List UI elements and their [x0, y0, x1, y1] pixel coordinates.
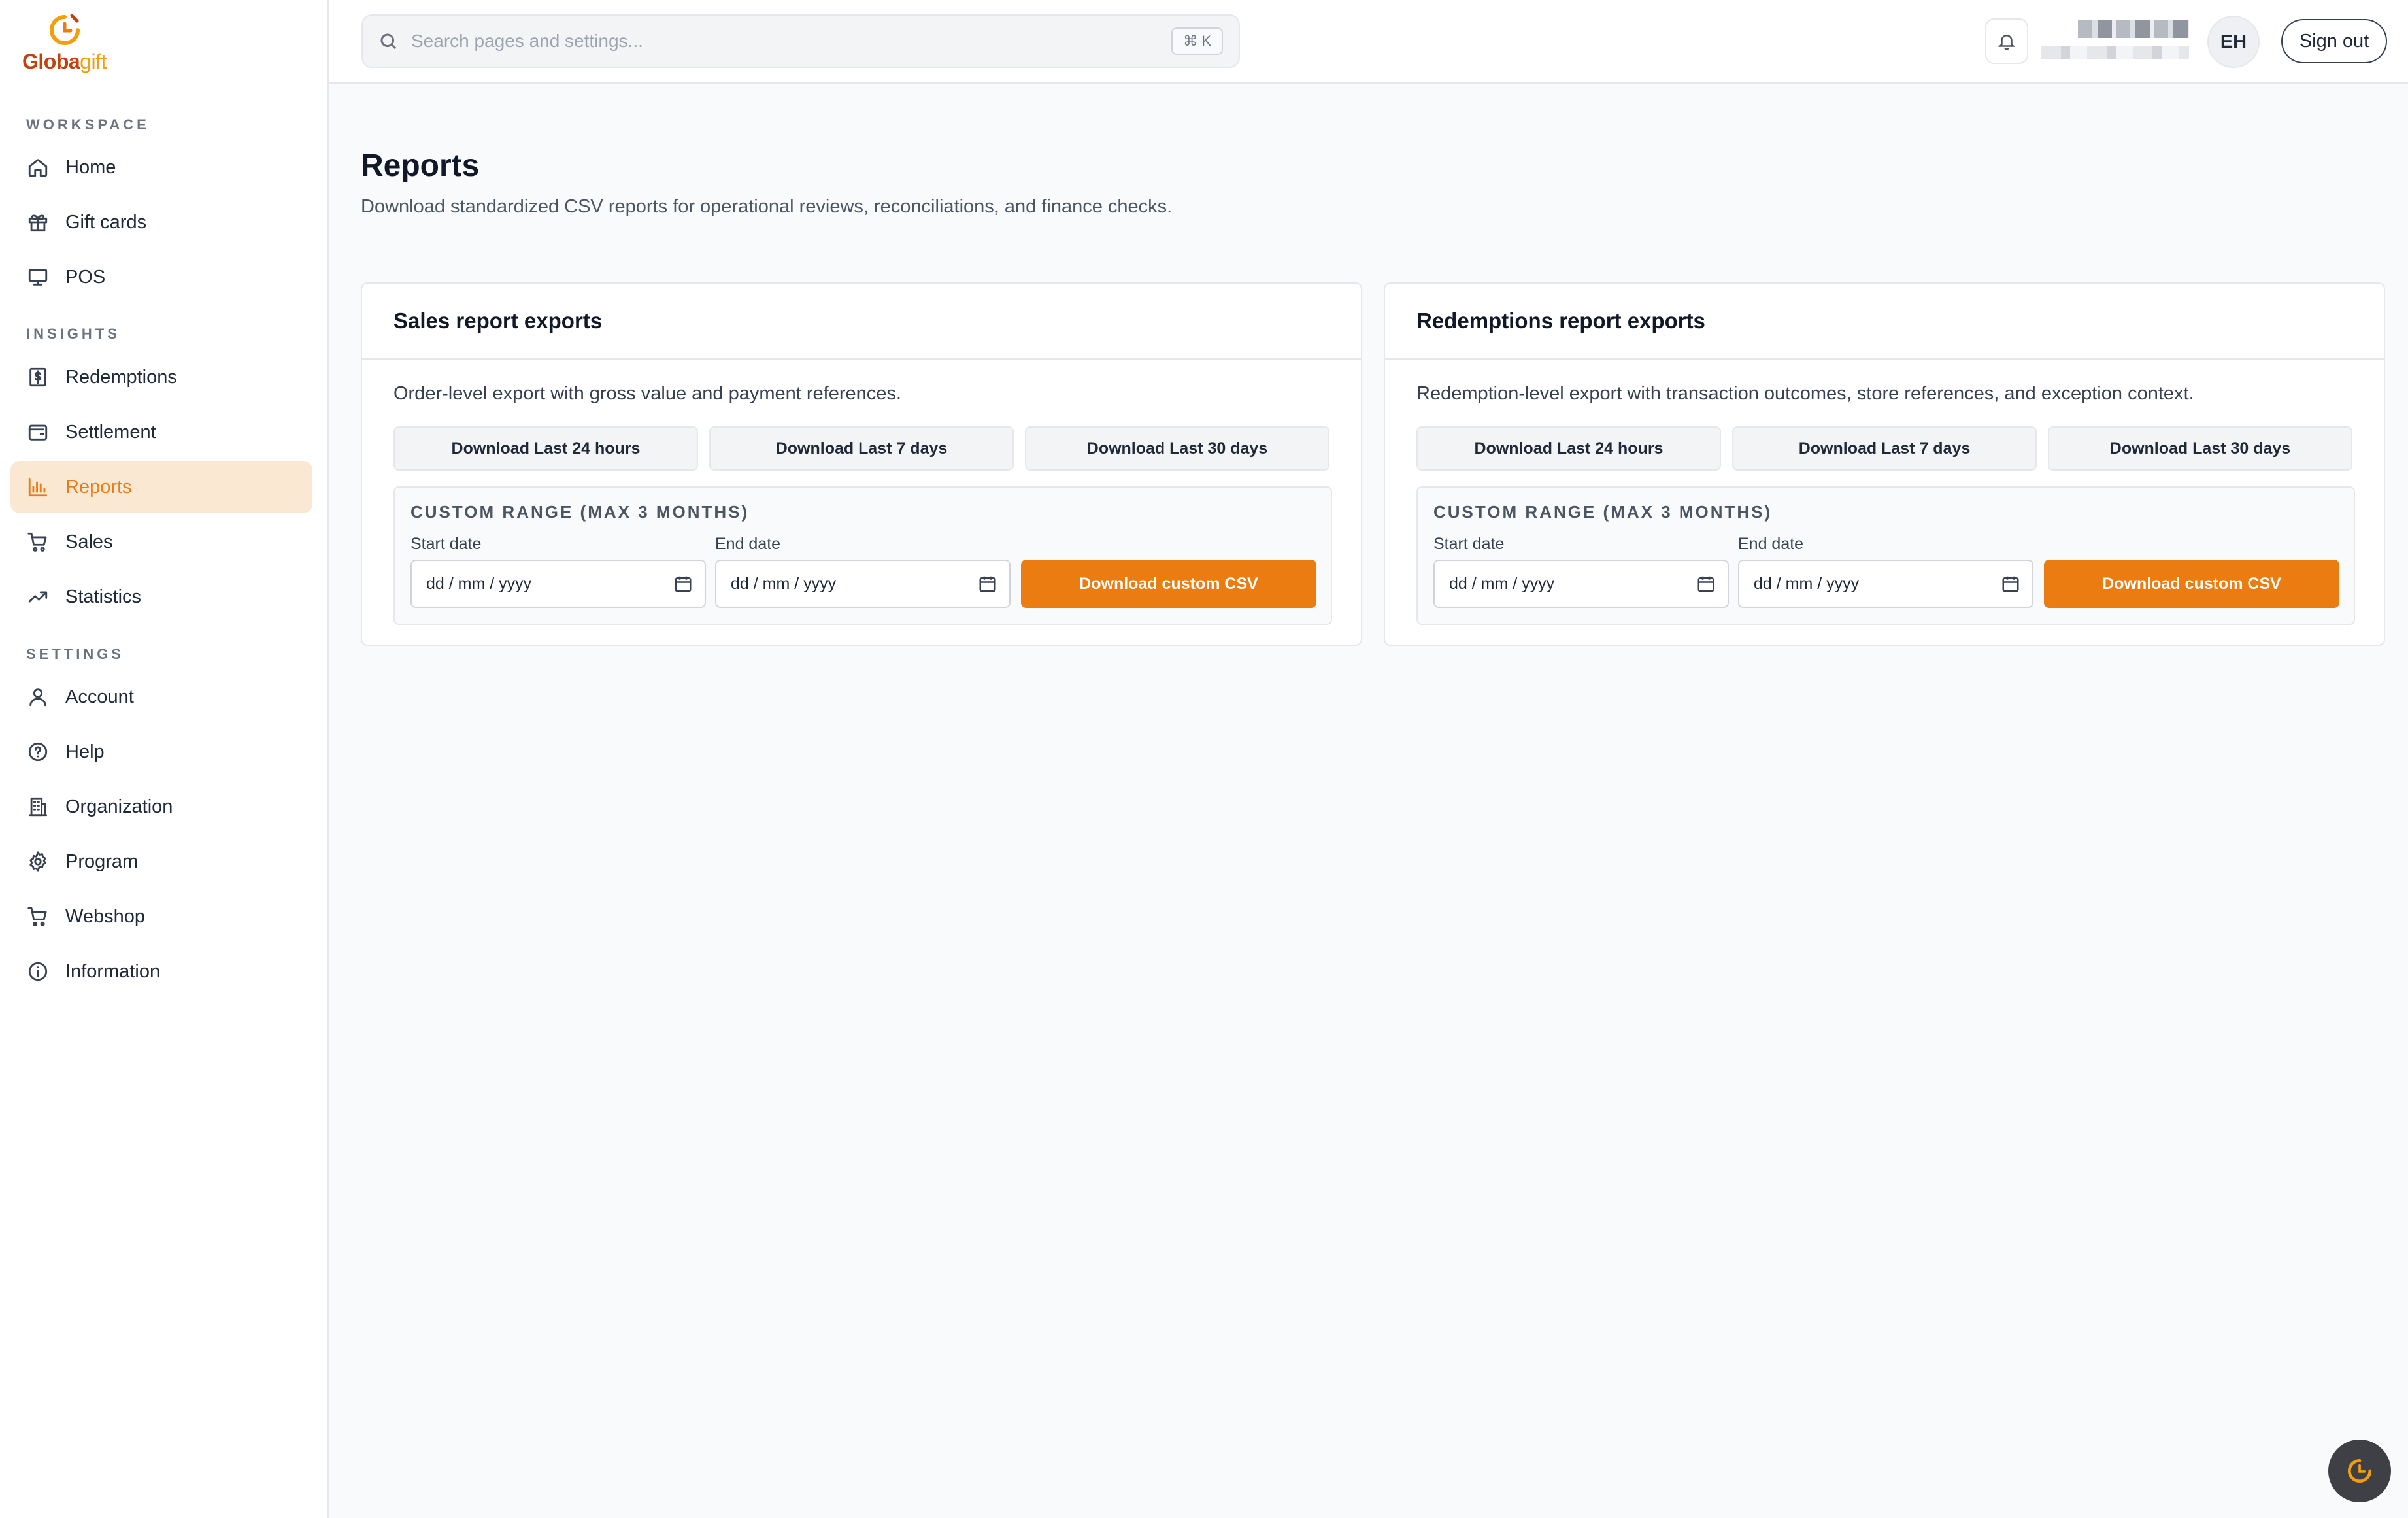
sidebar-item-account[interactable]: Account	[10, 671, 312, 723]
sidebar-item-label: Gift cards	[65, 211, 147, 233]
sidebar-item-home[interactable]: Home	[10, 141, 312, 194]
date-placeholder: dd / mm / yyyy	[1449, 574, 1555, 593]
calendar-icon[interactable]	[673, 574, 693, 594]
wallet-icon	[26, 420, 50, 444]
sidebar-item-information[interactable]: Information	[10, 945, 312, 998]
cart-icon	[26, 905, 50, 928]
download-last-7-days-button[interactable]: Download Last 7 days	[1732, 426, 2037, 471]
download-custom-csv-button[interactable]: Download custom CSV	[2044, 560, 2339, 608]
sidebar-item-label: Settlement	[65, 421, 156, 443]
section-label-settings: SETTINGS	[26, 646, 125, 662]
search-shortcut-hint: ⌘ K	[1171, 27, 1223, 55]
start-date-field[interactable]: dd / mm / yyyy	[1433, 560, 1729, 608]
sidebar-item-label: Redemptions	[65, 366, 177, 388]
end-date-field[interactable]: dd / mm / yyyy	[715, 560, 1011, 608]
redacted-user-info	[2041, 20, 2189, 60]
sidebar-item-label: Program	[65, 851, 139, 872]
sidebar-item-help[interactable]: Help	[10, 726, 312, 778]
custom-range-panel: CUSTOM RANGE (MAX 3 MONTHS) Start date E…	[1416, 486, 2355, 625]
building-icon	[26, 795, 50, 818]
sidebar-item-webshop[interactable]: Webshop	[10, 890, 312, 943]
card-description: Order-level export with gross value and …	[393, 383, 901, 404]
info-icon	[26, 960, 50, 983]
sidebar-item-label: Statistics	[65, 586, 142, 607]
logo-mark-icon	[2347, 1459, 2372, 1483]
sidebar-item-pos[interactable]: POS	[10, 251, 312, 303]
search-icon	[380, 33, 397, 50]
cart-icon	[26, 530, 50, 554]
sidebar-item-label: Organization	[65, 796, 173, 817]
notifications-button[interactable]	[1985, 18, 2028, 64]
start-date-label: Start date	[410, 535, 482, 553]
end-date-label: End date	[1738, 535, 1804, 553]
search-input[interactable]: Search pages and settings... ⌘ K	[361, 14, 1240, 68]
sales-report-card: Sales report exports Order-level export …	[361, 282, 1362, 646]
end-date-label: End date	[715, 535, 781, 553]
sidebar-item-program[interactable]: Program	[10, 835, 312, 888]
sign-out-button[interactable]: Sign out	[2281, 19, 2387, 63]
avatar[interactable]: EH	[2207, 16, 2260, 68]
dollar-receipt-icon	[26, 365, 50, 389]
page-title: Reports	[361, 148, 480, 183]
bar-chart-icon	[26, 475, 50, 499]
card-title: Redemptions report exports	[1385, 284, 2384, 360]
custom-range-title: CUSTOM RANGE (MAX 3 MONTHS)	[410, 502, 750, 522]
download-last-24-hours-button[interactable]: Download Last 24 hours	[1416, 426, 1721, 471]
download-last-7-days-button[interactable]: Download Last 7 days	[709, 426, 1014, 471]
calendar-icon[interactable]	[978, 574, 997, 594]
sidebar-item-reports[interactable]: Reports	[10, 461, 312, 513]
bell-icon	[1998, 35, 2016, 50]
gift-icon	[26, 211, 50, 234]
download-last-24-hours-button[interactable]: Download Last 24 hours	[393, 426, 698, 471]
calendar-icon[interactable]	[1696, 574, 1716, 594]
sidebar-item-label: POS	[65, 266, 106, 288]
sidebar-item-label: Information	[65, 960, 161, 982]
end-date-field[interactable]: dd / mm / yyyy	[1738, 560, 2033, 608]
download-custom-csv-button[interactable]: Download custom CSV	[1021, 560, 1316, 608]
section-label-workspace: WORKSPACE	[26, 116, 150, 133]
sidebar-item-sales[interactable]: Sales	[10, 516, 312, 568]
sidebar: Globagift WORKSPACE Home Gift cards POS …	[0, 0, 329, 1518]
section-label-insights: INSIGHTS	[26, 326, 120, 342]
help-circle-icon	[26, 740, 50, 764]
sidebar-item-label: Sales	[65, 531, 113, 552]
logo-wordmark: Globagift	[22, 50, 107, 73]
sidebar-item-redemptions[interactable]: Redemptions	[10, 351, 312, 403]
custom-range-title: CUSTOM RANGE (MAX 3 MONTHS)	[1433, 502, 1773, 522]
sidebar-item-label: Help	[65, 741, 105, 762]
support-chat-button[interactable]	[2328, 1440, 2391, 1502]
redacted-user-name	[2078, 20, 2189, 38]
sidebar-item-statistics[interactable]: Statistics	[10, 571, 312, 623]
custom-range-panel: CUSTOM RANGE (MAX 3 MONTHS) Start date E…	[393, 486, 1332, 625]
globagift-logo[interactable]: Globagift	[22, 13, 114, 78]
card-title: Sales report exports	[362, 284, 1361, 360]
card-description: Redemption-level export with transaction…	[1416, 383, 2194, 404]
logo-mark-icon	[50, 14, 80, 45]
calendar-icon[interactable]	[2001, 574, 2020, 594]
top-bar: Search pages and settings... ⌘ K EH Sign…	[329, 0, 2408, 84]
sidebar-item-label: Webshop	[65, 905, 145, 927]
sidebar-item-organization[interactable]: Organization	[10, 781, 312, 833]
start-date-label: Start date	[1433, 535, 1505, 553]
redemptions-report-card: Redemptions report exports Redemption-le…	[1384, 282, 2385, 646]
download-last-30-days-button[interactable]: Download Last 30 days	[2048, 426, 2352, 471]
monitor-icon	[26, 265, 50, 289]
user-icon	[26, 685, 50, 709]
search-placeholder: Search pages and settings...	[411, 31, 643, 51]
date-placeholder: dd / mm / yyyy	[1754, 574, 1860, 593]
sidebar-item-label: Home	[65, 156, 116, 178]
home-icon	[26, 156, 50, 179]
trend-icon	[26, 585, 50, 609]
gear-icon	[26, 850, 50, 873]
sidebar-item-label: Account	[65, 686, 134, 707]
page-subtitle: Download standardized CSV reports for op…	[361, 196, 1173, 217]
download-last-30-days-button[interactable]: Download Last 30 days	[1025, 426, 1329, 471]
date-placeholder: dd / mm / yyyy	[731, 574, 837, 593]
redacted-user-email	[2041, 46, 2189, 59]
sidebar-item-label: Reports	[65, 476, 132, 498]
sidebar-item-settlement[interactable]: Settlement	[10, 406, 312, 458]
sidebar-item-gift-cards[interactable]: Gift cards	[10, 196, 312, 248]
start-date-field[interactable]: dd / mm / yyyy	[410, 560, 706, 608]
date-placeholder: dd / mm / yyyy	[426, 574, 532, 593]
